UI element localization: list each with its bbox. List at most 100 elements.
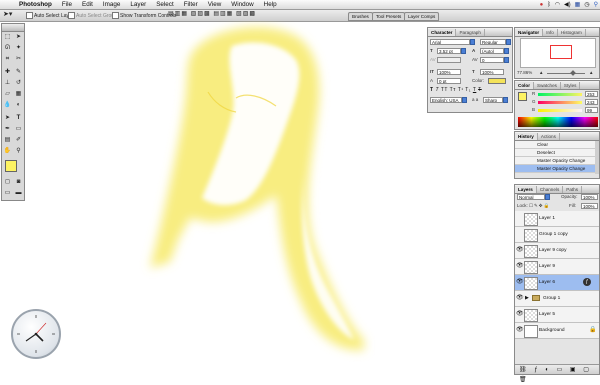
font-style-select[interactable]: Regular <box>480 39 506 45</box>
language-select[interactable]: English: USA <box>430 97 462 103</box>
zoom-out-icon[interactable]: ▲ <box>539 70 543 76</box>
menu-image[interactable]: Image <box>98 0 126 9</box>
tab-histogram[interactable]: Histogram <box>558 29 586 36</box>
baseline-shift-field[interactable]: 0 pt <box>437 78 461 84</box>
tab-history[interactable]: History <box>515 133 538 140</box>
disclosure-triangle-icon[interactable]: ▶ <box>525 295 529 302</box>
font-family-select[interactable]: Arial <box>430 39 470 45</box>
healing-brush-icon[interactable]: ✚ <box>3 68 12 77</box>
menu-layer[interactable]: Layer <box>125 0 151 9</box>
quick-mask-icon[interactable]: ◙ <box>14 178 23 187</box>
clock-widget[interactable] <box>11 309 61 359</box>
status-icon[interactable]: ● <box>540 2 544 8</box>
notes-tool-icon[interactable]: ▤ <box>3 136 12 145</box>
color-foreground-swatch[interactable] <box>518 92 527 101</box>
menu-window[interactable]: Window <box>226 0 258 9</box>
hand-tool-icon[interactable]: ✋ <box>3 147 12 156</box>
move-tool-icon[interactable]: ➤▾ <box>3 11 12 18</box>
zoom-level[interactable]: 77.86% <box>517 70 532 76</box>
eyedropper-tool-icon[interactable]: ✐ <box>14 136 23 145</box>
slice-tool-icon[interactable]: ✂ <box>14 55 23 64</box>
tab-navigator[interactable]: Navigator <box>515 29 544 36</box>
menu-filter[interactable]: Filter <box>179 0 203 9</box>
zoom-slider-thumb[interactable] <box>570 70 576 76</box>
blur-tool-icon[interactable]: 💧 <box>3 101 12 110</box>
horizontal-scale-field[interactable]: 100% <box>480 69 504 75</box>
green-value[interactable]: 243 <box>585 99 598 105</box>
tab-character[interactable]: Character <box>428 29 457 36</box>
spotlight-icon[interactable]: ⚲ <box>594 1 598 8</box>
tab-color[interactable]: Color <box>515 82 534 89</box>
tab-paragraph[interactable]: Paragraph <box>456 29 485 36</box>
foreground-color-swatch[interactable] <box>5 160 17 172</box>
menu-view[interactable]: View <box>203 0 227 9</box>
path-selection-icon[interactable]: ➤ <box>3 114 12 123</box>
history-scrollbar[interactable] <box>595 141 599 174</box>
eraser-tool-icon[interactable]: ▱ <box>3 90 12 99</box>
history-item[interactable]: Deselect <box>515 149 599 157</box>
layer-group-row[interactable]: 👁 ▶ Group 1 <box>515 291 599 307</box>
screen-mode-icon[interactable]: ▭ <box>3 189 12 198</box>
tab-paths[interactable]: Paths <box>563 186 582 193</box>
eye-icon[interactable]: 👁 <box>516 311 524 318</box>
history-item[interactable]: Clear <box>515 141 599 149</box>
brush-tool-icon[interactable]: ✎ <box>14 68 23 77</box>
chevron-down-icon[interactable] <box>470 39 475 45</box>
flag-icon[interactable]: ▦ <box>575 1 581 8</box>
clock-menu-icon[interactable]: ◷ <box>584 1 589 8</box>
menu-select[interactable]: Select <box>151 0 179 9</box>
stamp-tool-icon[interactable]: ⊥ <box>3 79 12 88</box>
chevron-down-icon[interactable] <box>462 97 467 103</box>
opacity-field[interactable]: 100% <box>581 194 598 200</box>
history-item[interactable]: Master Opacity Change <box>515 157 599 165</box>
visibility-toggle[interactable] <box>516 231 522 238</box>
zoom-in-icon[interactable]: ▲ <box>589 70 593 76</box>
shape-tool-icon[interactable]: ▭ <box>14 125 23 134</box>
history-brush-icon[interactable]: ↺ <box>14 79 23 88</box>
wifi-icon[interactable]: ◠ <box>555 1 560 8</box>
kerning-field[interactable] <box>437 57 461 63</box>
chevron-down-icon[interactable] <box>504 57 509 63</box>
toolbox-title-bar[interactable] <box>2 24 24 32</box>
color-spectrum-bar[interactable] <box>518 117 598 127</box>
fullscreen-mode-icon[interactable]: ▬ <box>14 189 23 198</box>
layer-row[interactable]: 👁 Layer 5 <box>515 307 599 323</box>
layer-row[interactable]: 👁 Background 🔒 <box>515 323 599 339</box>
layer-row[interactable]: Group 1 copy <box>515 227 599 243</box>
show-transform-controls-checkbox[interactable]: Show Transform Controls <box>112 12 176 20</box>
layer-row[interactable]: 👁 Layer 9 copy <box>515 243 599 259</box>
layer-row[interactable]: Layer 1 <box>515 211 599 227</box>
history-item-selected[interactable]: Master Opacity Change <box>515 165 599 173</box>
tab-tool-presets[interactable]: Tool Presets <box>372 12 406 21</box>
text-style-buttons[interactable]: T T TT Tᴛ T¹ T₁ T T <box>430 87 510 94</box>
eye-icon[interactable]: 👁 <box>516 247 524 254</box>
bluetooth-icon[interactable]: ᛒ <box>547 2 551 8</box>
align-icons[interactable]: ▤▥▦ ▧▨▩ ▤▥▦ ▧▨▩ <box>168 11 256 18</box>
blue-value[interactable]: 99 <box>585 107 598 113</box>
antialias-select[interactable]: Sharp <box>483 97 503 103</box>
blue-slider[interactable] <box>538 109 582 112</box>
lasso-tool-icon[interactable]: ᘏ <box>3 44 12 53</box>
dodge-tool-icon[interactable]: ◐ <box>14 101 23 110</box>
zoom-tool-icon[interactable]: ⚲ <box>14 147 23 156</box>
layer-row-selected[interactable]: 👁 Layer 6 ƒ <box>515 275 599 291</box>
chevron-down-icon[interactable] <box>545 194 550 200</box>
chevron-down-icon[interactable] <box>504 48 509 54</box>
move-tool-icon[interactable]: ➤ <box>14 33 23 42</box>
tab-layer-comps[interactable]: Layer Comps <box>404 12 440 21</box>
magic-wand-tool-icon[interactable]: ✦ <box>14 44 23 53</box>
gradient-tool-icon[interactable]: ▦ <box>14 90 23 99</box>
layer-row[interactable]: 👁 Layer 9 <box>515 259 599 275</box>
green-slider[interactable] <box>538 101 582 104</box>
tab-styles[interactable]: Styles <box>561 82 581 89</box>
menu-help[interactable]: Help <box>259 0 282 9</box>
red-slider[interactable] <box>538 93 582 96</box>
tracking-field[interactable]: 0 <box>480 57 504 63</box>
chevron-down-icon[interactable] <box>461 48 466 54</box>
eye-icon[interactable]: 👁 <box>516 279 524 286</box>
tab-layers[interactable]: Layers <box>515 186 537 193</box>
marquee-tool-icon[interactable]: ⬚ <box>3 33 12 42</box>
type-tool-icon[interactable]: T <box>14 114 23 123</box>
layer-style-icon[interactable]: ƒ <box>583 278 591 286</box>
zoom-slider[interactable] <box>547 73 585 74</box>
